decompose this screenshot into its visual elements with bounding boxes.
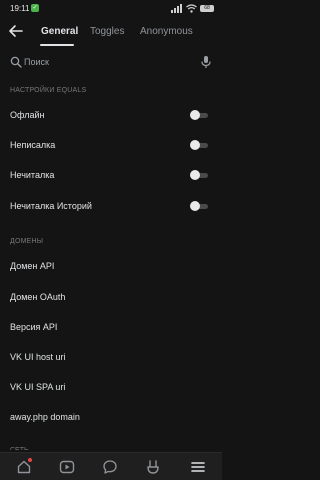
- setting-label: Нечиталка Историй: [10, 201, 92, 211]
- status-bar: 19:11 ✓ 68: [0, 0, 222, 18]
- nechitalka-toggle[interactable]: [190, 170, 208, 180]
- status-time: 19:11: [10, 4, 30, 13]
- tab-anonymous[interactable]: Anonymous: [140, 26, 193, 37]
- list-item[interactable]: Домен OAuth: [0, 286, 222, 308]
- toggle-thumb: [190, 201, 200, 211]
- battery-level: 68: [204, 4, 210, 11]
- back-arrow-icon[interactable]: [8, 23, 24, 39]
- clips-icon: [147, 460, 159, 474]
- video-icon: [59, 460, 75, 474]
- toggle-thumb: [190, 140, 200, 150]
- list-item[interactable]: VK UI host uri: [0, 346, 222, 368]
- tab-general[interactable]: General: [41, 26, 78, 37]
- section-header-network: СЕТЬ: [10, 446, 29, 450]
- list-item[interactable]: Версия API: [0, 316, 222, 338]
- section-header-equals: НАСТРОЙКИ EQUALS: [10, 87, 87, 94]
- setting-row-offline[interactable]: Офлайн: [0, 104, 222, 126]
- api-version-label: Версия API: [10, 322, 58, 332]
- domain-oauth-label: Домен OAuth: [10, 292, 66, 302]
- active-tab-indicator: [40, 44, 74, 46]
- list-item[interactable]: Домен API: [0, 255, 222, 277]
- microphone-icon[interactable]: [200, 55, 212, 69]
- menu-icon: [191, 462, 205, 472]
- toggle-thumb: [190, 170, 200, 180]
- nav-video[interactable]: [59, 459, 75, 475]
- setting-row-nechitalka[interactable]: Нечиталка: [0, 164, 222, 186]
- toggle-thumb: [190, 110, 200, 120]
- section-header-domains: ДОМЕНЫ: [10, 238, 44, 245]
- signal-icon: [171, 3, 182, 13]
- messages-icon: [103, 460, 117, 474]
- wifi-icon: [186, 3, 197, 13]
- offline-toggle[interactable]: [190, 110, 208, 120]
- nav-messages[interactable]: [102, 459, 118, 475]
- notification-dot: [28, 458, 32, 462]
- list-item[interactable]: VK UI SPA uri: [0, 376, 222, 398]
- search-icon: [10, 56, 22, 68]
- notification-icon: ✓: [31, 4, 39, 12]
- battery-icon: 68: [200, 4, 214, 12]
- search-input[interactable]: [24, 55, 184, 69]
- setting-label: Неписалка: [10, 140, 56, 150]
- nav-menu[interactable]: [190, 459, 206, 475]
- list-item[interactable]: away.php domain: [0, 406, 222, 428]
- away-domain-label: away.php domain: [10, 412, 80, 422]
- bottom-nav: [0, 452, 222, 480]
- search-bar: [0, 52, 222, 72]
- status-icons: 68: [171, 3, 214, 13]
- tab-toggles[interactable]: Toggles: [90, 26, 124, 37]
- nav-clips[interactable]: [145, 459, 161, 475]
- vk-ui-spa-label: VK UI SPA uri: [10, 382, 66, 392]
- domain-api-label: Домен API: [10, 261, 55, 271]
- nechitalka-stories-toggle[interactable]: [190, 201, 208, 211]
- top-bar: General Toggles Anonymous: [0, 18, 222, 46]
- setting-row-nechitalka-stories[interactable]: Нечиталка Историй: [0, 195, 222, 217]
- nav-home[interactable]: [16, 458, 32, 475]
- nepisalka-toggle[interactable]: [190, 140, 208, 150]
- vk-ui-host-label: VK UI host uri: [10, 352, 66, 362]
- setting-label: Нечиталка: [10, 170, 55, 180]
- setting-row-nepisalka[interactable]: Неписалка: [0, 134, 222, 156]
- setting-label: Офлайн: [10, 110, 45, 120]
